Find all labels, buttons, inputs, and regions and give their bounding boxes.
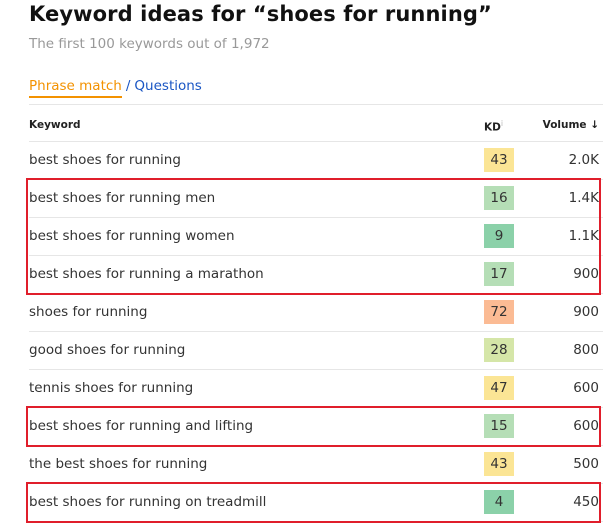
kd-badge: 28 — [484, 338, 514, 362]
tab-questions[interactable]: Questions — [134, 78, 201, 94]
kd-badge: 43 — [484, 452, 514, 476]
highlight-box — [26, 406, 601, 447]
kd-badge: 72 — [484, 300, 514, 324]
table-row[interactable]: the best shoes for running 43 500 — [29, 446, 603, 484]
match-tabs: Phrase match / Questions — [29, 78, 202, 98]
kd-label: KD — [484, 121, 501, 134]
column-header-volume[interactable]: Volume ↓ — [543, 119, 599, 131]
page-subtitle: The first 100 keywords out of 1,972 — [29, 36, 270, 52]
table-row[interactable]: good shoes for running 28 800 — [29, 332, 603, 370]
highlight-box — [26, 482, 601, 523]
page-title: Keyword ideas for “shoes for running” — [29, 2, 492, 26]
keyword-link[interactable]: best shoes for running — [29, 152, 181, 168]
tab-separator: / — [125, 78, 131, 94]
column-header-keyword[interactable]: Keyword — [29, 119, 81, 131]
volume-value: 600 — [573, 380, 599, 396]
column-header-kd[interactable]: KDi — [484, 119, 503, 134]
table-row[interactable]: shoes for running 72 900 — [29, 294, 603, 332]
info-icon[interactable]: i — [501, 119, 503, 128]
table-row[interactable]: tennis shoes for running 47 600 — [29, 370, 603, 408]
highlight-box — [26, 178, 601, 295]
volume-value: 800 — [573, 342, 599, 358]
volume-value: 500 — [573, 456, 599, 472]
tabs-divider — [29, 104, 603, 105]
keyword-link[interactable]: tennis shoes for running — [29, 380, 193, 396]
volume-value: 900 — [573, 304, 599, 320]
kd-badge: 47 — [484, 376, 514, 400]
table-row[interactable]: best shoes for running 43 2.0K — [29, 142, 603, 180]
tab-phrase-match[interactable]: Phrase match — [29, 78, 122, 98]
keyword-link[interactable]: good shoes for running — [29, 342, 185, 358]
keyword-link[interactable]: shoes for running — [29, 304, 147, 320]
kd-badge: 43 — [484, 148, 514, 172]
volume-value: 2.0K — [568, 152, 599, 168]
keyword-link[interactable]: the best shoes for running — [29, 456, 207, 472]
